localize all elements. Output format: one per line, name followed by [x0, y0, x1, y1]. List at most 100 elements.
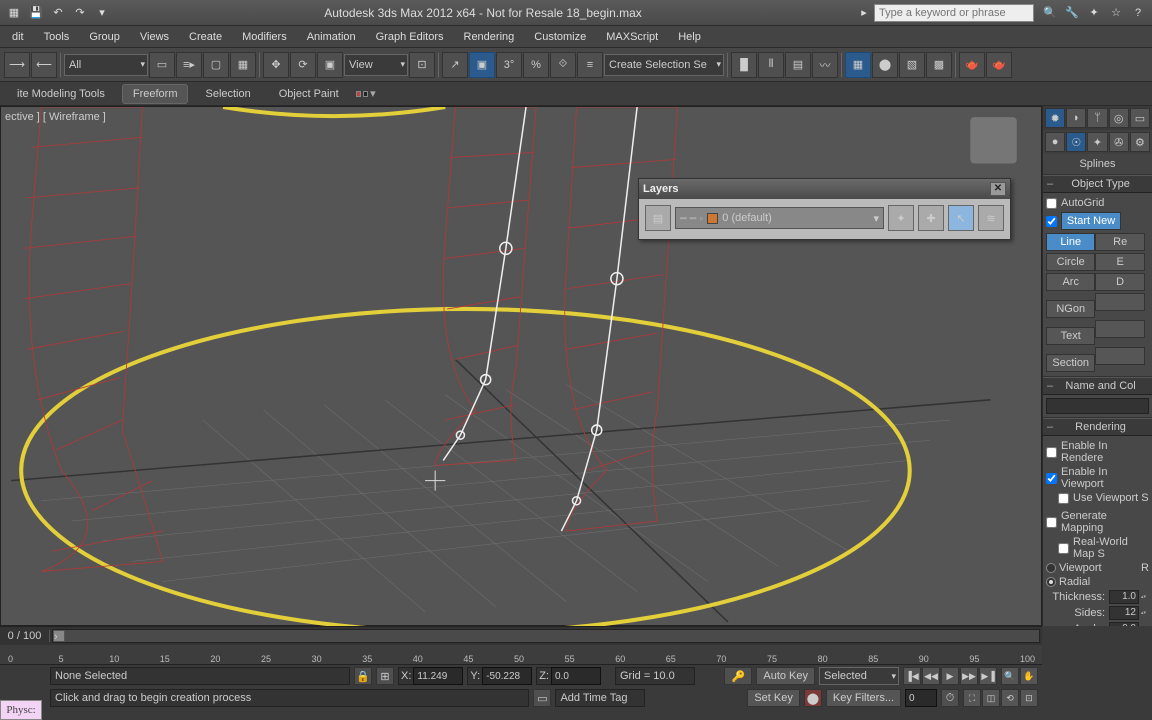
- menu-grapheditors[interactable]: Graph Editors: [366, 28, 454, 46]
- undo-icon[interactable]: ↶: [48, 3, 68, 23]
- key-filters-button[interactable]: Key Filters...: [826, 689, 901, 707]
- rotate-icon[interactable]: ⟳: [290, 52, 316, 78]
- use-viewport-checkbox[interactable]: [1058, 493, 1069, 504]
- current-layer-dropdown[interactable]: ━ ━ ▫ 0 (default) ▾: [675, 207, 884, 229]
- ribbon-tab-selection[interactable]: Selection: [194, 84, 261, 104]
- keymode-icon[interactable]: 🔑: [724, 667, 752, 685]
- next-frame-icon[interactable]: ▶▶: [960, 667, 978, 685]
- select-object-icon[interactable]: ▭: [149, 52, 175, 78]
- time-slider-handle[interactable]: ›: [53, 630, 65, 642]
- ellipse-button[interactable]: E: [1095, 253, 1144, 271]
- nav-fov-icon[interactable]: ◫: [982, 689, 1000, 707]
- modify-tab-icon[interactable]: ◗: [1066, 108, 1086, 128]
- time-slider[interactable]: 0 / 100 ›: [0, 627, 1042, 645]
- play-icon[interactable]: ▶: [941, 667, 959, 685]
- menu-maxscript[interactable]: MAXScript: [596, 28, 668, 46]
- cameras-sub-icon[interactable]: ✇: [1109, 132, 1129, 152]
- startnew-checkbox[interactable]: [1046, 216, 1057, 227]
- redo-icon[interactable]: ↷: [70, 3, 90, 23]
- setkey-big-icon[interactable]: ⬤: [804, 689, 822, 707]
- manipulate-icon[interactable]: ↗: [442, 52, 468, 78]
- donut-button[interactable]: D: [1095, 273, 1144, 291]
- category-label[interactable]: Splines: [1043, 154, 1152, 175]
- menu-tools[interactable]: Tools: [34, 28, 80, 46]
- help-icon[interactable]: ?: [1128, 3, 1148, 23]
- menu-edit[interactable]: dit: [2, 28, 34, 46]
- radial-radio[interactable]: [1046, 577, 1056, 587]
- mirror-icon[interactable]: ▐▌: [731, 52, 757, 78]
- render-setup-icon[interactable]: ▧: [899, 52, 925, 78]
- menu-group[interactable]: Group: [79, 28, 130, 46]
- material-editor-icon[interactable]: ⬤: [872, 52, 898, 78]
- align-icon[interactable]: ⫴: [758, 52, 784, 78]
- circle-button[interactable]: Circle: [1046, 253, 1095, 271]
- window-crossing-icon[interactable]: ▦: [230, 52, 256, 78]
- scale-icon[interactable]: ▣: [317, 52, 343, 78]
- angle-snap-icon[interactable]: 3°: [496, 52, 522, 78]
- rectangle-button[interactable]: Re: [1095, 233, 1144, 251]
- pivot-icon[interactable]: ⊡: [409, 52, 435, 78]
- keyfilter-dropdown[interactable]: Selected: [819, 667, 899, 685]
- sides-spinner[interactable]: 12: [1109, 606, 1139, 620]
- layer-props-icon[interactable]: ≋: [978, 205, 1004, 231]
- nav-orbit-icon[interactable]: ⟲: [1001, 689, 1019, 707]
- line-button[interactable]: Line: [1046, 233, 1095, 251]
- rollout-rendering[interactable]: –Rendering: [1043, 418, 1152, 436]
- percent-snap-icon[interactable]: %: [523, 52, 549, 78]
- goto-start-icon[interactable]: ▐◀: [903, 667, 921, 685]
- enable-renderer-checkbox[interactable]: [1046, 447, 1057, 458]
- unlink-icon[interactable]: ⟵: [31, 52, 57, 78]
- lock-selection-icon[interactable]: 🔒: [354, 667, 372, 685]
- close-icon[interactable]: ✕: [990, 182, 1006, 196]
- time-ruler[interactable]: 0510152025303540455055606570758085909510…: [0, 645, 1042, 665]
- schematic-view-icon[interactable]: ▦: [845, 52, 871, 78]
- exchange-icon[interactable]: ✦: [1084, 3, 1104, 23]
- display-tab-icon[interactable]: ▭: [1130, 108, 1150, 128]
- ribbon-tab-modeling[interactable]: ite Modeling Tools: [6, 84, 116, 104]
- edit-named-sel-icon[interactable]: ≡: [577, 52, 603, 78]
- setkey-button[interactable]: Set Key: [747, 689, 800, 707]
- angle-spinner[interactable]: 0.0: [1109, 622, 1139, 626]
- startnew-button[interactable]: Start New: [1061, 212, 1121, 230]
- goto-end-icon[interactable]: ▶▐: [979, 667, 997, 685]
- menu-modifiers[interactable]: Modifiers: [232, 28, 297, 46]
- nav-maximize-icon[interactable]: ⊡: [1020, 689, 1038, 707]
- layers-title[interactable]: Layers ✕: [639, 179, 1010, 199]
- render-frame-icon[interactable]: ▩: [926, 52, 952, 78]
- selection-filter-dropdown[interactable]: All: [64, 54, 148, 76]
- timetag-icon[interactable]: ▭: [533, 689, 551, 707]
- select-region-icon[interactable]: ▢: [203, 52, 229, 78]
- section-button[interactable]: Section: [1046, 354, 1095, 372]
- ngon-button[interactable]: NGon: [1046, 300, 1095, 318]
- link-icon[interactable]: ⟶: [4, 52, 30, 78]
- ribbon-tab-freeform[interactable]: Freeform: [122, 84, 189, 104]
- create-tab-icon[interactable]: ✹: [1045, 108, 1065, 128]
- thickness-spinner[interactable]: 1.0: [1109, 590, 1139, 604]
- realworld-checkbox[interactable]: [1058, 543, 1069, 554]
- shapes-sub-icon[interactable]: ☉: [1066, 132, 1086, 152]
- hierarchy-tab-icon[interactable]: ᛘ: [1087, 108, 1107, 128]
- menu-animation[interactable]: Animation: [297, 28, 366, 46]
- motion-tab-icon[interactable]: ◎: [1109, 108, 1129, 128]
- menu-create[interactable]: Create: [179, 28, 232, 46]
- ref-coord-dropdown[interactable]: View: [344, 54, 408, 76]
- nav-zoom-icon[interactable]: 🔍: [1001, 667, 1019, 685]
- snap-toggle-icon[interactable]: ▣: [469, 52, 495, 78]
- menu-views[interactable]: Views: [130, 28, 179, 46]
- binoculars-icon[interactable]: 🔍: [1040, 3, 1060, 23]
- x-coord-input[interactable]: 11.249: [413, 667, 463, 685]
- select-layer-objs-icon[interactable]: ↖: [948, 205, 974, 231]
- abs-rel-icon[interactable]: ⊞: [376, 667, 394, 685]
- layers-toolbar[interactable]: Layers ✕ ▤ ━ ━ ▫ 0 (default) ▾ ✦ ✚ ↖ ≋: [638, 178, 1011, 240]
- y-coord-input[interactable]: -50.228: [482, 667, 532, 685]
- autogrid-checkbox[interactable]: [1046, 198, 1057, 209]
- render-iterative-icon[interactable]: 🫖: [986, 52, 1012, 78]
- generate-mapping-checkbox[interactable]: [1046, 517, 1057, 528]
- ribbon-tab-objectpaint[interactable]: Object Paint: [268, 84, 350, 104]
- enable-viewport-checkbox[interactable]: [1046, 473, 1057, 484]
- current-frame-input[interactable]: 0: [905, 689, 937, 707]
- menu-customize[interactable]: Customize: [524, 28, 596, 46]
- help-search-input[interactable]: [874, 4, 1034, 22]
- layers-manager-icon[interactable]: ▤: [645, 205, 671, 231]
- nav-pan-icon[interactable]: ✋: [1020, 667, 1038, 685]
